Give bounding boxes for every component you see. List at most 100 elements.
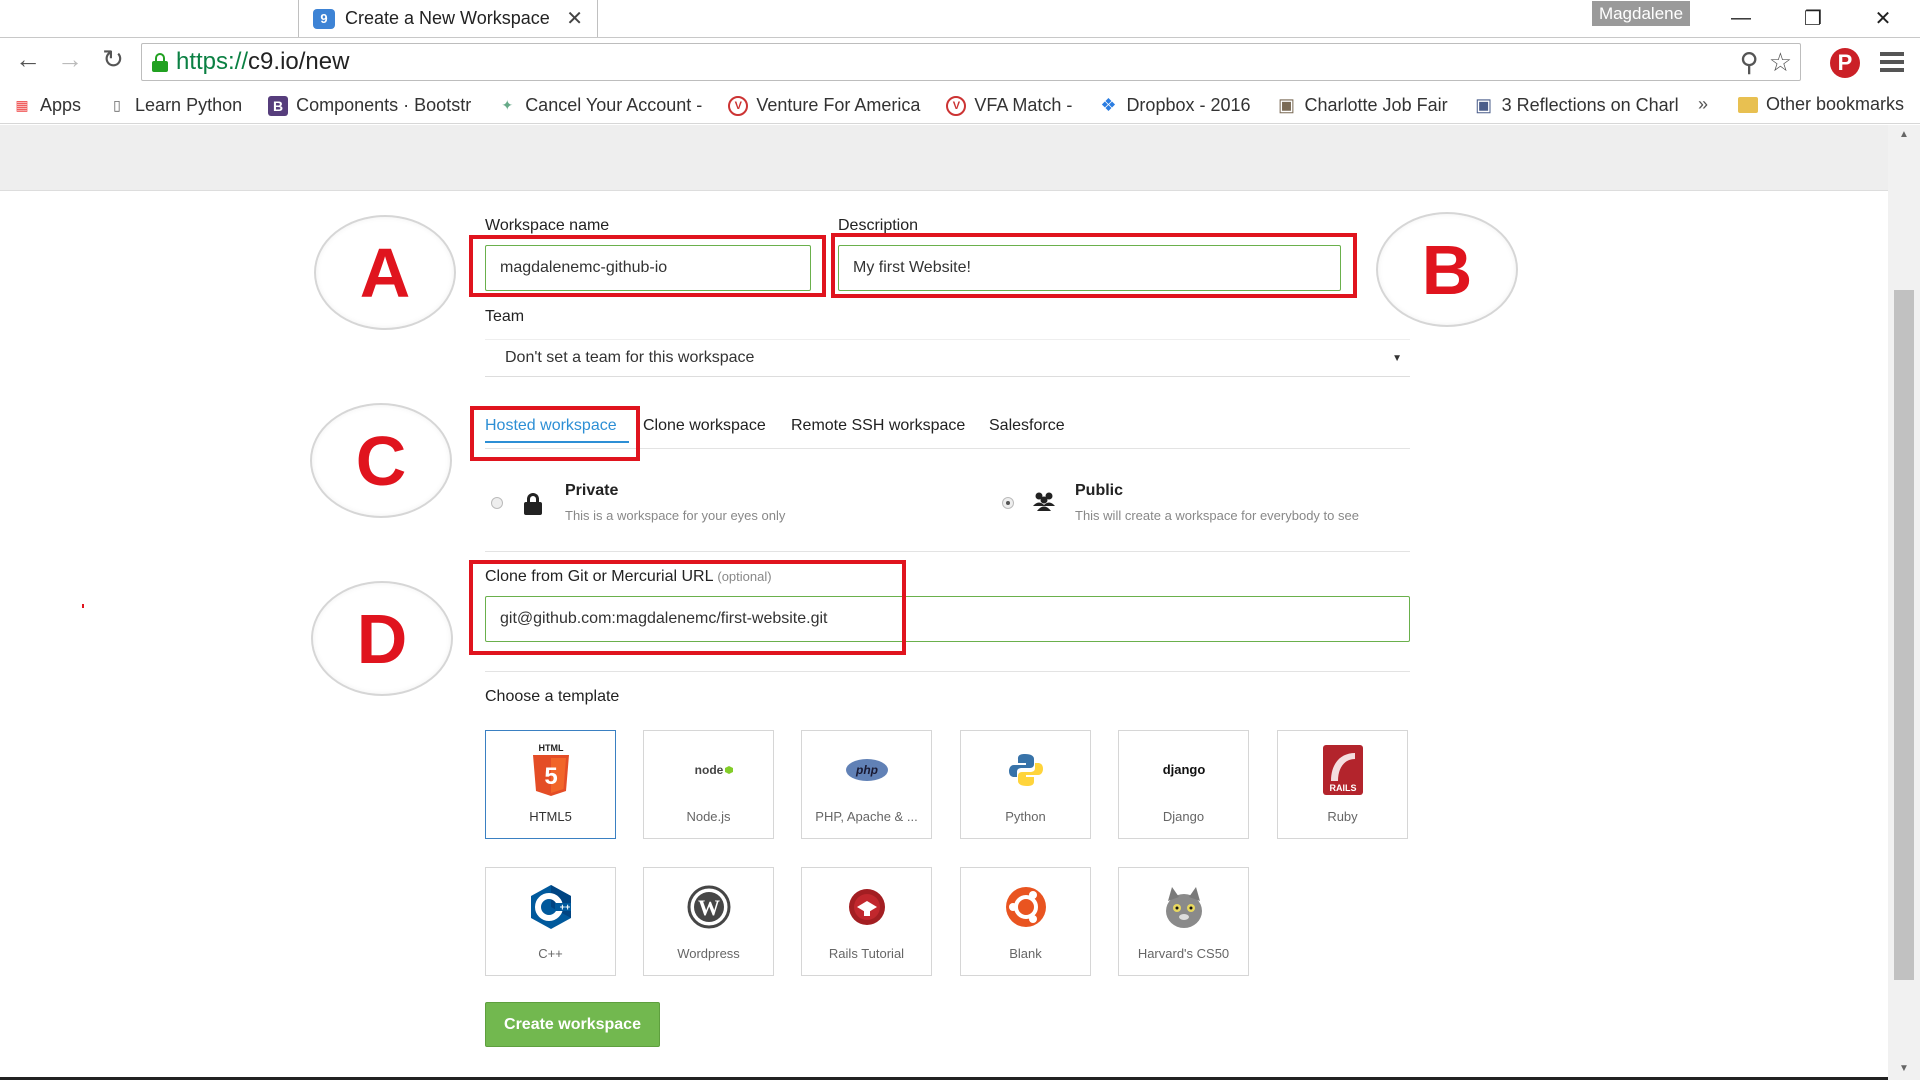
annotation-label-d: D: [311, 581, 453, 696]
tab-clone-workspace[interactable]: Clone workspace: [643, 417, 766, 435]
bookmark-cancel-account[interactable]: ✦ Cancel Your Account -: [497, 95, 702, 116]
private-description: This is a workspace for your eyes only: [565, 508, 786, 523]
zoom-icon[interactable]: ⚲: [1740, 47, 1759, 78]
template-blank[interactable]: Blank: [960, 867, 1091, 976]
template-nodejs[interactable]: node Node.js: [643, 730, 774, 839]
window-close-icon[interactable]: ✕: [1848, 0, 1918, 36]
php-icon: php: [845, 741, 889, 799]
star-icon[interactable]: ☆: [1769, 47, 1792, 78]
template-ruby[interactable]: RAILS Ruby: [1277, 730, 1408, 839]
cancel-icon: ✦: [501, 97, 514, 113]
minimize-icon[interactable]: —: [1706, 0, 1776, 36]
annotation-box-b: [831, 233, 1357, 298]
tab-remote-ssh-workspace[interactable]: Remote SSH workspace: [791, 417, 965, 435]
rails-tutorial-icon: [847, 878, 887, 936]
annotation-box-a: [469, 235, 826, 297]
chrome-menu-icon[interactable]: [1880, 52, 1904, 76]
private-title: Private: [565, 482, 619, 499]
pinterest-icon[interactable]: P: [1830, 48, 1860, 78]
scroll-up-icon[interactable]: ▲: [1888, 129, 1920, 140]
team-label: Team: [485, 308, 525, 325]
cloud9-favicon-icon: 9: [313, 8, 335, 29]
cpp-icon: ++: [529, 878, 573, 936]
divider: [485, 551, 1410, 552]
annotation-label-c: C: [310, 403, 452, 518]
folder-icon: [1738, 96, 1758, 113]
create-workspace-button[interactable]: Create workspace: [485, 1002, 660, 1047]
template-python[interactable]: Python: [960, 730, 1091, 839]
vfa-icon: V: [728, 95, 749, 116]
html5-icon: HTML 5: [529, 741, 573, 799]
wordpress-icon: W: [687, 878, 731, 936]
bookmarks-overflow-icon[interactable]: »: [1698, 94, 1708, 115]
bookmark-vfa-match[interactable]: V VFA Match -: [946, 95, 1072, 116]
page-header-band: [0, 125, 1888, 191]
bookmark-charlotte-job-fair[interactable]: ▣ Charlotte Job Fair: [1277, 95, 1448, 116]
team-select[interactable]: Don't set a team for this workspace ▼: [485, 339, 1410, 377]
template-harvard-cs50[interactable]: Harvard's CS50: [1118, 867, 1249, 976]
django-icon: django: [1159, 741, 1209, 799]
bookmark-apps[interactable]: ▦ Apps: [12, 95, 81, 116]
svg-text:W: W: [698, 895, 720, 920]
profile-button[interactable]: Magdalene: [1592, 1, 1690, 26]
bookmark-venture-for-america[interactable]: V Venture For America: [728, 95, 920, 116]
tab-title: Create a New Workspace: [345, 8, 550, 28]
ubuntu-icon: [1005, 878, 1047, 936]
annotation-box-c: [470, 406, 640, 461]
flag-icon: ▣: [1475, 95, 1493, 115]
svg-text:django: django: [1162, 762, 1205, 777]
other-bookmarks[interactable]: Other bookmarks: [1738, 94, 1904, 115]
workspace-name-label: Workspace name: [485, 217, 610, 234]
scroll-down-icon[interactable]: ▼: [1888, 1063, 1920, 1074]
dropbox-icon: ❖: [1100, 95, 1117, 115]
secure-lock-icon: [152, 53, 168, 72]
bookmark-reflections[interactable]: ▣ 3 Reflections on Charl: [1474, 95, 1679, 116]
template-rails-tutorial[interactable]: Rails Tutorial: [801, 867, 932, 976]
browser-tab[interactable]: 9 Create a New Workspace ✕: [298, 0, 598, 37]
svg-text:php: php: [855, 763, 878, 777]
stray-mark: [82, 604, 84, 608]
template-php-apache[interactable]: php PHP, Apache & ...: [801, 730, 932, 839]
template-wordpress[interactable]: W Wordpress: [643, 867, 774, 976]
address-bar[interactable]: https://c9.io/new ⚲ ☆: [141, 43, 1801, 81]
public-title: Public: [1075, 482, 1124, 499]
svg-text:HTML: HTML: [538, 743, 563, 753]
template-django[interactable]: django Django: [1118, 730, 1249, 839]
apps-grid-icon: ▦: [15, 97, 29, 113]
browser-toolbar: ← → ↻ https://c9.io/new ⚲ ☆ P: [0, 38, 1920, 88]
chevron-down-icon: ▼: [1392, 352, 1402, 364]
tab-close-icon[interactable]: ✕: [566, 6, 583, 31]
tab-salesforce[interactable]: Salesforce: [989, 417, 1065, 435]
bookmark-dropbox[interactable]: ❖ Dropbox - 2016: [1098, 95, 1250, 116]
cat-icon: [1162, 878, 1206, 936]
restore-icon[interactable]: ❐: [1778, 0, 1848, 36]
bookmarks-bar: ▦ Apps ▯ Learn Python B Components · Bootst…: [0, 88, 1920, 124]
bookmark-learn-python[interactable]: ▯ Learn Python: [107, 95, 242, 116]
svg-text:node: node: [694, 763, 723, 777]
annotation-label-b: B: [1376, 212, 1518, 327]
nodejs-icon: node: [683, 741, 735, 799]
template-cpp[interactable]: ++ C++: [485, 867, 616, 976]
scroll-thumb[interactable]: [1894, 290, 1914, 980]
vfa-match-icon: V: [946, 95, 967, 116]
python-icon: [1008, 741, 1044, 799]
private-radio[interactable]: [491, 497, 503, 509]
page-icon: ▯: [113, 97, 121, 113]
lock-icon: [524, 493, 542, 515]
annotation-label-a: A: [314, 215, 456, 330]
people-icon: [1032, 490, 1056, 518]
forward-arrow-icon[interactable]: →: [50, 44, 90, 75]
back-arrow-icon[interactable]: ←: [8, 44, 48, 75]
bookmark-components-bootstrap[interactable]: B Components · Bootstr: [268, 95, 471, 116]
reload-icon[interactable]: ↻: [93, 44, 133, 75]
svg-text:5: 5: [544, 763, 557, 790]
url-text: https://c9.io/new: [176, 48, 350, 75]
annotation-box-d: [469, 560, 906, 655]
public-radio[interactable]: [1002, 497, 1014, 509]
browser-tabstrip: 9 Create a New Workspace ✕ Magdalene — ❐…: [0, 0, 1920, 38]
photo-icon: ▣: [1278, 95, 1296, 115]
page-scrollbar[interactable]: ▲ ▼: [1888, 125, 1920, 1080]
template-html5[interactable]: HTML 5 HTML 5: [485, 730, 616, 839]
svg-text:RAILS: RAILS: [1329, 783, 1356, 793]
choose-template-label: Choose a template: [485, 688, 620, 705]
